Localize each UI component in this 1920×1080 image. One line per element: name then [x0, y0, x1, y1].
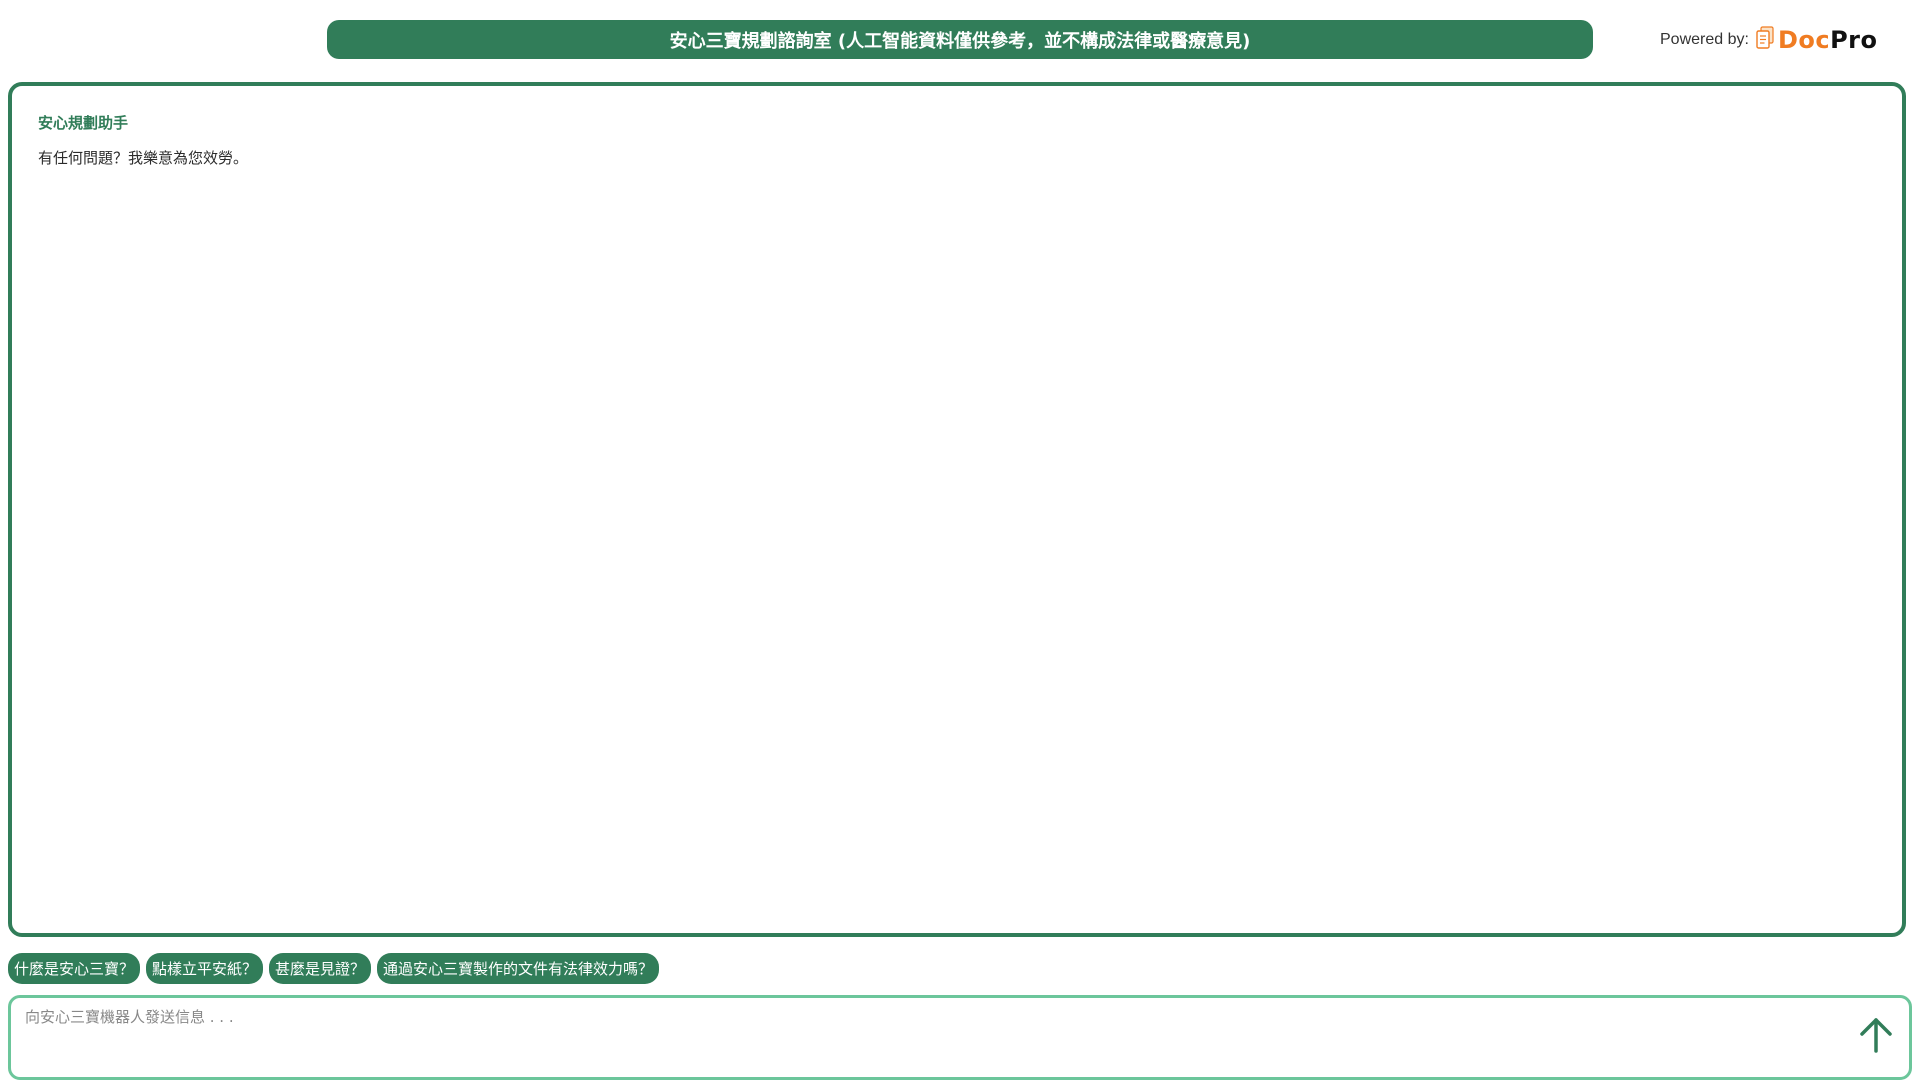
- suggestion-how-to-make-will[interactable]: 點樣立平安紙？: [146, 953, 264, 984]
- docpro-logo[interactable]: DocPro: [1755, 26, 1878, 54]
- suggested-questions: 什麼是安心三寶？ 點樣立平安紙？ 甚麼是見證？ 通過安心三寶製作的文件有法律效力…: [8, 953, 660, 984]
- powered-by-label: Powered by:: [1660, 31, 1749, 48]
- docpro-wordmark: DocPro: [1778, 26, 1878, 54]
- send-button[interactable]: [1855, 1016, 1897, 1058]
- message-text: 有任何問題？我樂意為您效勞。: [38, 149, 249, 167]
- message-sender: 安心規劃助手: [38, 114, 129, 132]
- docpro-wordmark-doc: Doc: [1777, 26, 1831, 54]
- chat-history-panel[interactable]: 安心規劃助手 有任何問題？我樂意為您效勞。: [8, 82, 1906, 937]
- page-title: 安心三寶規劃諮詢室 (人工智能資料僅供參考，並不構成法律或醫療意見): [327, 20, 1593, 59]
- assistant-message: 安心規劃助手 有任何問題？我樂意為您效勞。: [38, 112, 248, 168]
- message-input[interactable]: [25, 1006, 1805, 1066]
- arrow-up-icon: [1858, 1016, 1894, 1058]
- powered-by: Powered by: DocPro: [1660, 24, 1878, 56]
- suggestion-legal-validity[interactable]: 通過安心三寶製作的文件有法律效力嗎？: [377, 953, 660, 984]
- docpro-wordmark-pro: Pro: [1830, 26, 1878, 54]
- suggestion-what-is-witness[interactable]: 甚麼是見證？: [269, 953, 372, 984]
- document-stack-icon: [1755, 26, 1775, 54]
- page-title-text: 安心三寶規劃諮詢室 (人工智能資料僅供參考，並不構成法律或醫療意見): [669, 30, 1251, 52]
- message-composer: [8, 995, 1912, 1080]
- chat-app: 安心三寶規劃諮詢室 (人工智能資料僅供參考，並不構成法律或醫療意見) Power…: [0, 0, 1920, 1080]
- suggestion-what-is-three-treasures[interactable]: 什麼是安心三寶？: [8, 953, 141, 984]
